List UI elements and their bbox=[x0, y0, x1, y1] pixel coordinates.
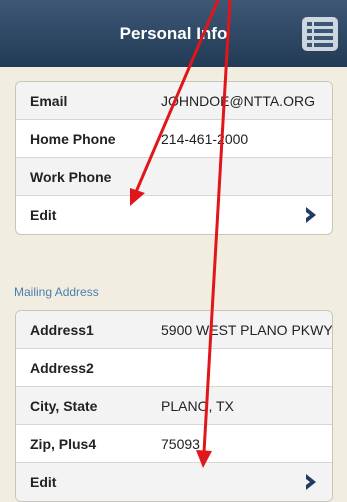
mailing-edit-label: Edit bbox=[30, 474, 57, 490]
zip-label: Zip, Plus4 bbox=[30, 436, 97, 452]
mailing-address-group: Address1 5900 WEST PLANO PKWY Address2 C… bbox=[15, 310, 333, 502]
work-phone-label: Work Phone bbox=[30, 169, 112, 185]
list-menu-icon[interactable] bbox=[302, 17, 338, 51]
contact-edit-row[interactable]: Edit bbox=[16, 196, 332, 234]
home-phone-label: Home Phone bbox=[30, 131, 116, 147]
address1-row: Address1 5900 WEST PLANO PKWY bbox=[16, 311, 332, 349]
email-row: Email JOHNDOE@NTTA.ORG bbox=[16, 82, 332, 120]
work-phone-row: Work Phone bbox=[16, 158, 332, 196]
address2-row: Address2 bbox=[16, 349, 332, 387]
chevron-right-icon bbox=[306, 207, 316, 223]
email-label: Email bbox=[30, 93, 68, 109]
contact-edit-label: Edit bbox=[30, 207, 57, 223]
city-state-value: PLANO, TX bbox=[161, 398, 234, 414]
page-title: Personal Info bbox=[119, 24, 228, 43]
chevron-right-icon bbox=[306, 474, 316, 490]
home-phone-value: 214-461-2000 bbox=[161, 131, 249, 147]
city-state-label: City, State bbox=[30, 398, 98, 414]
address1-value: 5900 WEST PLANO PKWY bbox=[161, 322, 333, 338]
contact-info-group: Email JOHNDOE@NTTA.ORG Home Phone 214-46… bbox=[15, 81, 333, 235]
mailing-edit-row[interactable]: Edit bbox=[16, 463, 332, 501]
city-state-row: City, State PLANO, TX bbox=[16, 387, 332, 425]
mailing-address-header: Mailing Address bbox=[14, 285, 99, 299]
address2-label: Address2 bbox=[30, 360, 94, 376]
home-phone-row: Home Phone 214-461-2000 bbox=[16, 120, 332, 158]
nav-bar: Personal Info bbox=[0, 0, 347, 67]
email-value: JOHNDOE@NTTA.ORG bbox=[161, 93, 315, 109]
address1-label: Address1 bbox=[30, 322, 94, 338]
zip-value: 75093 bbox=[161, 436, 200, 452]
zip-row: Zip, Plus4 75093 bbox=[16, 425, 332, 463]
